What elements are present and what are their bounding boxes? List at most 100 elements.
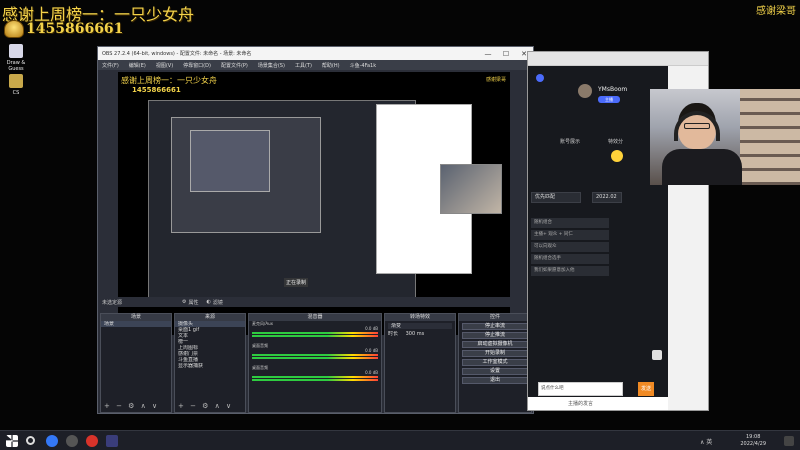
controls-dock-title: 控件 — [459, 314, 531, 321]
user-badge: 主播 — [598, 96, 620, 103]
volume-slider[interactable] — [252, 335, 378, 337]
background-shelf — [740, 89, 800, 185]
mixer-dock-title: 混音器 — [249, 314, 381, 321]
scene-item[interactable]: 场景 — [101, 321, 171, 327]
audio-meter — [252, 376, 378, 378]
list-item[interactable]: 可以向观众 — [531, 242, 609, 252]
send-button[interactable]: 发送 — [638, 382, 654, 396]
minimize-button[interactable]: — — [479, 50, 497, 58]
obs-menu-bar: 文件(F) 编辑(E) 视图(V) 停靠窗口(D) 配置文件(P) 场景集合(S… — [98, 60, 533, 70]
obs-title-bar[interactable]: OBS 27.2.4 (64-bit, windows) - 配置文件: 未命名… — [98, 47, 533, 60]
transitions-dock: 转场特效 渐变 时长 300 ms — [384, 313, 456, 413]
bell-icon[interactable] — [536, 74, 544, 82]
volume-slider[interactable] — [252, 357, 378, 359]
trophy-icon — [4, 20, 24, 38]
desktop-icon-draw-guess[interactable]: Draw & Guess — [3, 44, 29, 72]
preview-thanks-text: 感谢上周榜一：一只少女舟 — [121, 76, 217, 85]
obs-source-toolbar: 未选定源 ⚙ 属性 ◐ 滤镜 — [98, 297, 533, 307]
no-source-label: 未选定源 — [102, 299, 123, 306]
game-client-panel: YMsBoom 主播 账号展示 特效分 优先匹配 2022.02 随机组合 主播… — [528, 66, 668, 410]
chat-icon[interactable] — [652, 350, 662, 360]
smiley-icon[interactable] — [611, 150, 623, 162]
scenes-dock-controls[interactable]: + − ⚙ ∧ ∨ — [104, 402, 159, 410]
menu-docks[interactable]: 停靠窗口(D) — [183, 62, 211, 69]
mixer-channel-db: 0.0 dB — [365, 348, 378, 353]
sources-dock-title: 来源 — [175, 314, 245, 321]
filter-icon[interactable]: ◐ — [207, 299, 211, 305]
gear-icon[interactable]: ⚙ — [182, 299, 186, 305]
transitions-dock-title: 转场特效 — [385, 314, 455, 321]
search-icon[interactable] — [26, 436, 35, 445]
emote-label: 特效分 — [608, 139, 624, 145]
chat-input[interactable]: 说点什么吧 — [538, 382, 623, 396]
menu-file[interactable]: 文件(F) — [102, 62, 119, 69]
exit-button[interactable]: 退出 — [462, 377, 528, 384]
obs-preview-canvas[interactable]: 感谢上周榜一：一只少女舟 1455866661 感谢梁哥 正在录制 — [118, 72, 510, 335]
browser-tab-bar[interactable] — [528, 52, 708, 66]
menu-view[interactable]: 视图(V) — [156, 62, 173, 69]
preview-nested-capture-3 — [190, 130, 270, 192]
stop-streaming-button[interactable]: 停止串流 — [462, 323, 528, 330]
audio-meter — [252, 354, 378, 356]
stop-push-button[interactable]: 停止推流 — [462, 332, 528, 339]
transition-type-select[interactable]: 渐变 — [388, 323, 452, 329]
preview-brand-text: 感谢梁哥 — [485, 77, 506, 83]
properties-button[interactable]: 属性 — [189, 299, 199, 306]
menu-douyu[interactable]: 斗鱼-4Fa1k — [350, 62, 377, 69]
menu-help[interactable]: 帮助(H) — [322, 62, 340, 69]
list-item[interactable]: 随机组合选手 — [531, 254, 609, 264]
studio-mode-button[interactable]: 工作室模式 — [462, 359, 528, 366]
sources-dock-controls[interactable]: + − ⚙ ∧ ∨ — [178, 402, 233, 410]
match-priority-select[interactable]: 优先匹配 — [531, 192, 581, 203]
cs-game-icon — [9, 74, 23, 88]
duration-label: 时长 — [388, 331, 399, 337]
list-item[interactable]: 随机组合 — [531, 218, 609, 228]
glasses — [684, 123, 710, 129]
sources-dock: 来源 摄像头 桌面1 gif 文本 榜一 上周图标 感谢门票 斗鱼直播 显示器捕… — [174, 313, 246, 413]
browser-bottom-bar: 主播的发言 — [528, 397, 668, 410]
avatar[interactable] — [578, 84, 592, 98]
system-tray[interactable]: ∧ 英 — [700, 437, 712, 446]
desktop-icon-cs[interactable]: CS — [3, 74, 29, 96]
netease-music-icon[interactable] — [86, 435, 98, 447]
menu-profile[interactable]: 配置文件(P) — [221, 62, 248, 69]
list-item[interactable]: 我们如果愿意加入他 — [531, 266, 609, 276]
draw-guess-icon — [9, 44, 23, 58]
source-item[interactable]: 显示器捕获 — [175, 363, 245, 369]
start-recording-button[interactable]: 开始录制 — [462, 350, 528, 357]
menu-tools[interactable]: 工具(T) — [295, 62, 312, 69]
desktop-icon-label: Draw & Guess — [6, 60, 26, 72]
audio-meter — [252, 332, 378, 334]
username-label: YMsBoom — [598, 86, 628, 93]
filters-button[interactable]: 滤镜 — [213, 299, 223, 306]
clock-time: 19:08 — [745, 434, 761, 440]
obs-window-title: OBS 27.2.4 (64-bit, windows) - 配置文件: 未命名… — [102, 51, 252, 57]
preview-viewer-id: 1455866661 — [132, 86, 181, 94]
bottom-text[interactable]: 主播的发言 — [568, 400, 593, 407]
webcam-feed — [650, 89, 800, 185]
menu-edit[interactable]: 编辑(E) — [129, 62, 146, 69]
menu-scene-collection[interactable]: 场景集合(S) — [258, 62, 285, 69]
mixer-channel-db: 0.0 dB — [365, 326, 378, 331]
duration-input[interactable]: 300 ms — [406, 331, 425, 337]
clock-date: 2022/4/29 — [740, 441, 766, 447]
overlay-viewer-id: 1455866661 — [26, 21, 124, 37]
month-select[interactable]: 2022.02 — [592, 192, 622, 203]
obs-icon[interactable] — [66, 435, 78, 447]
maximize-button[interactable]: ☐ — [497, 50, 515, 58]
notification-icon[interactable] — [784, 436, 794, 446]
taskbar-clock[interactable]: 19:08 2022/4/29 — [740, 434, 766, 448]
desktop: 感谢上周榜一：一只少女舟 1455866661 感谢梁哥 Draw & Gues… — [0, 0, 800, 430]
volume-slider[interactable] — [252, 379, 378, 381]
overlay-brand-text: 感谢梁哥 — [756, 6, 796, 17]
settings-button[interactable]: 设置 — [462, 368, 528, 375]
start-virtual-camera-button[interactable]: 启动虚拟摄像机 — [462, 341, 528, 348]
preview-source-label: 正在录制 — [284, 278, 309, 287]
list-item[interactable]: 主播+ 观众 + 同仁 — [531, 230, 609, 240]
edge-browser-icon[interactable] — [46, 435, 58, 447]
controls-dock: 控件 停止串流 停止推流 启动虚拟摄像机 开始录制 工作室模式 设置 退出 — [458, 313, 532, 413]
hotkey-label: 账号展示 — [560, 139, 581, 145]
app-icon[interactable] — [106, 435, 118, 447]
windows-start-icon[interactable] — [6, 435, 18, 447]
preview-webcam — [440, 164, 502, 214]
